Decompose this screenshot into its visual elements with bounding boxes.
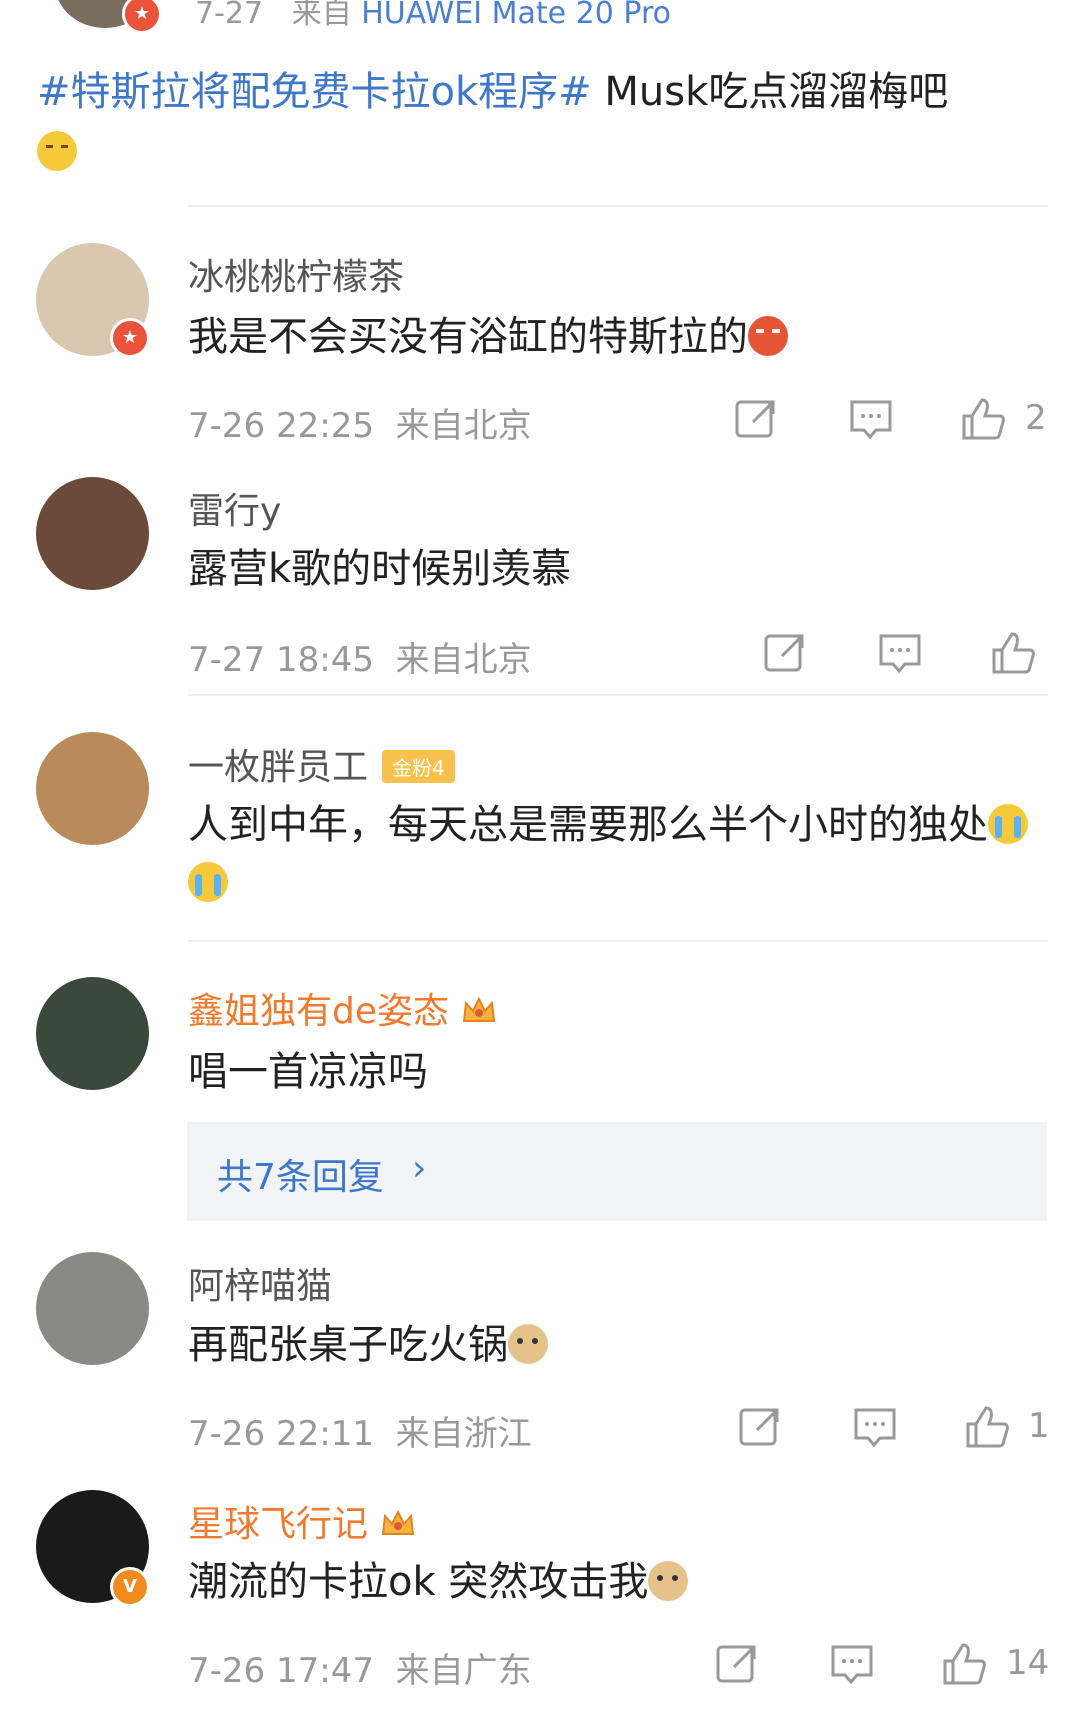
post-text: #特斯拉将配免费卡拉ok程序# Musk吃点溜溜梅吧 bbox=[37, 62, 1047, 182]
fan-badge[interactable]: 金粉4 bbox=[382, 750, 455, 783]
comment-text: 唱一首凉凉吗 bbox=[188, 1049, 428, 1095]
comment-username: 一枚胖员工 金粉4 bbox=[188, 738, 455, 790]
doge-emoji-icon bbox=[648, 1561, 689, 1601]
comment-icon[interactable] bbox=[852, 1404, 898, 1450]
crying-emoji-icon bbox=[188, 862, 228, 902]
divider bbox=[188, 694, 1048, 696]
comment-icon[interactable] bbox=[829, 1641, 875, 1687]
share-icon[interactable] bbox=[737, 1404, 783, 1450]
comment-text: 我是不会买没有浴缸的特斯拉的 bbox=[188, 308, 1048, 366]
comment-username-text[interactable]: 星球飞行记 bbox=[188, 1504, 368, 1545]
kiss-emoji-icon bbox=[37, 131, 77, 171]
comment-username[interactable]: 阿梓喵猫 bbox=[188, 1257, 332, 1309]
post-date: 7-27 bbox=[195, 0, 264, 31]
post-meta: 7-27 来自 HUAWEI Mate 20 Pro bbox=[195, 0, 671, 32]
share-icon[interactable] bbox=[714, 1641, 760, 1687]
avatar[interactable] bbox=[36, 1252, 149, 1365]
post-body: Musk吃点溜溜梅吧 bbox=[591, 69, 949, 115]
comment-icon[interactable] bbox=[848, 396, 894, 442]
post-device[interactable]: HUAWEI Mate 20 Pro bbox=[361, 0, 671, 31]
like-icon[interactable] bbox=[990, 630, 1036, 676]
comment-username-text[interactable]: 鑫姐独有de姿态 bbox=[188, 991, 449, 1032]
crown-icon bbox=[462, 996, 496, 1022]
crying-emoji-icon bbox=[988, 804, 1028, 844]
verified-icon: ★ bbox=[110, 318, 150, 358]
like-icon[interactable] bbox=[960, 396, 1006, 442]
comment-text: 人到中年，每天总是需要那么半个小时的独处 bbox=[188, 796, 1048, 912]
like-icon[interactable] bbox=[941, 1641, 987, 1687]
post-from: 来自 bbox=[291, 0, 352, 31]
comment-username[interactable]: 雷行y bbox=[188, 482, 281, 534]
like-count: 2 bbox=[1025, 398, 1047, 438]
crown-icon bbox=[381, 1509, 415, 1535]
verified-icon: ★ bbox=[122, 0, 162, 34]
hashtag-link[interactable]: #特斯拉将配免费卡拉ok程序# bbox=[37, 69, 592, 115]
view-replies-button[interactable]: 共7条回复 › bbox=[187, 1122, 1047, 1221]
comment-username[interactable]: 冰桃桃柠檬茶 bbox=[188, 248, 404, 300]
share-icon[interactable] bbox=[733, 396, 779, 442]
replies-label: 共7条回复 bbox=[217, 1157, 384, 1198]
v-icon: V bbox=[110, 1567, 150, 1607]
share-icon[interactable] bbox=[762, 630, 808, 676]
avatar[interactable] bbox=[36, 477, 149, 590]
divider bbox=[188, 205, 1048, 207]
comment-text: 潮流的卡拉ok 突然攻击我 bbox=[188, 1553, 1048, 1611]
angry-emoji-icon bbox=[748, 316, 788, 356]
comment-username-text[interactable]: 一枚胖员工 bbox=[188, 747, 368, 788]
comment-text: 再配张桌子吃火锅 bbox=[188, 1316, 1048, 1374]
comment-username: 星球飞行记 bbox=[188, 1495, 416, 1547]
comment-icon[interactable] bbox=[877, 630, 923, 676]
like-count: 14 bbox=[1006, 1643, 1050, 1683]
comment-username: 鑫姐独有de姿态 bbox=[188, 982, 497, 1034]
chevron-right-icon: › bbox=[412, 1148, 427, 1189]
divider bbox=[188, 940, 1048, 942]
avatar[interactable] bbox=[36, 977, 149, 1090]
avatar[interactable] bbox=[36, 732, 149, 845]
doge-emoji-icon bbox=[508, 1324, 548, 1364]
like-count: 1 bbox=[1028, 1406, 1050, 1446]
comment-text: 露营k歌的时候别羡慕 bbox=[188, 546, 572, 592]
like-icon[interactable] bbox=[964, 1404, 1010, 1450]
